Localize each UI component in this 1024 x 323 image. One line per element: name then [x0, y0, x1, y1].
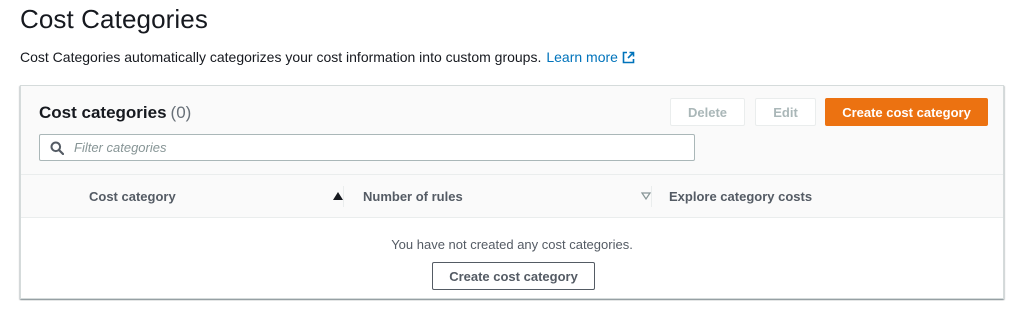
- column-header-explore-category-costs: Explore category costs: [669, 175, 969, 218]
- column-divider[interactable]: [343, 186, 344, 207]
- learn-more-link[interactable]: Learn more: [546, 49, 635, 65]
- delete-button[interactable]: Delete: [670, 98, 745, 126]
- create-cost-category-button[interactable]: Create cost category: [825, 98, 988, 126]
- table-header: Cost category Number of rules Explore ca…: [21, 175, 1003, 218]
- edit-button[interactable]: Edit: [755, 98, 816, 126]
- search-icon: [50, 141, 64, 155]
- page-title: Cost Categories: [20, 4, 208, 34]
- column-header-cost-category[interactable]: Cost category: [89, 175, 343, 218]
- cost-categories-panel: Cost categories (0) Delete Edit Create co…: [20, 85, 1004, 299]
- filter-categories-input[interactable]: [72, 139, 676, 156]
- description-text: Cost Categories automatically categorize…: [20, 49, 542, 65]
- filter-categories-field[interactable]: [39, 134, 695, 161]
- external-link-icon: [622, 51, 635, 63]
- sort-ascending-icon: [333, 192, 343, 200]
- empty-state-create-button[interactable]: Create cost category: [432, 262, 595, 290]
- category-count: (0): [170, 103, 192, 122]
- column-label: Cost category: [89, 189, 176, 204]
- panel-title-label: Cost categories: [39, 103, 167, 122]
- column-header-number-of-rules[interactable]: Number of rules: [363, 175, 651, 218]
- sort-descending-icon: [641, 192, 651, 200]
- empty-state-message: You have not created any cost categories…: [391, 237, 633, 252]
- panel-title: Cost categories (0): [39, 103, 191, 123]
- panel-header: Cost categories (0) Delete Edit Create co…: [21, 86, 1003, 175]
- learn-more-label: Learn more: [546, 49, 618, 65]
- page-description: Cost Categories automatically categorize…: [20, 49, 635, 65]
- column-label: Number of rules: [363, 189, 463, 204]
- column-label: Explore category costs: [669, 189, 813, 204]
- column-divider[interactable]: [651, 186, 652, 207]
